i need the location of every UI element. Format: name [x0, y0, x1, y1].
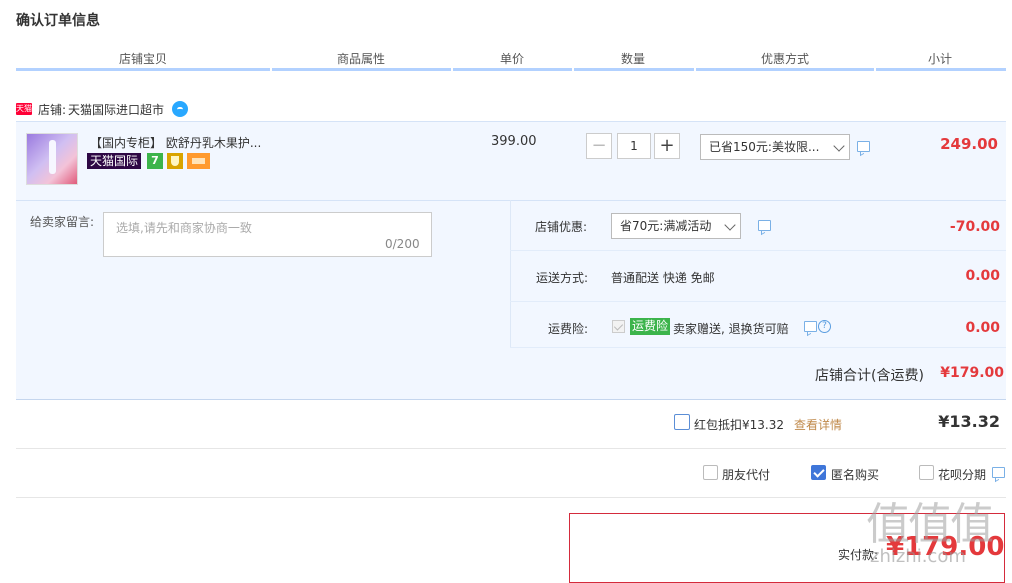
shop-discount-label: 店铺优惠:: [535, 220, 588, 234]
watermark-logo: 值值值: [866, 499, 994, 550]
quantity-increase-button[interactable]: +: [654, 133, 680, 159]
shop-discount-amount: -70.00: [949, 219, 1000, 235]
shop-label: 店铺:: [38, 102, 67, 117]
red-packet-details-link[interactable]: 查看详情: [794, 416, 842, 433]
header-divider: [874, 68, 876, 71]
seller-message-count: 0/200: [385, 237, 420, 251]
shop-discount-select[interactable]: 省70元:满减活动: [611, 213, 741, 239]
red-packet-label: 红包抵扣¥13.32: [694, 418, 784, 432]
seller-message-label: 给卖家留言:: [30, 215, 95, 229]
watermark-text: zhizhi.com: [870, 546, 966, 567]
shop-discount-value: 省70元:满减活动: [620, 219, 712, 233]
shop-total-value: ¥179.00: [940, 365, 1004, 381]
col-header-discount: 优惠方式: [761, 52, 810, 66]
page-title: 确认订单信息: [16, 13, 100, 29]
seven-day-return-icon: 7: [147, 153, 163, 169]
friend-pay-checkbox[interactable]: [703, 465, 718, 480]
help-icon[interactable]: ?: [818, 320, 831, 333]
huabei-installment-label: 花呗分期: [938, 468, 987, 482]
friend-pay-label: 朋友代付: [722, 468, 771, 482]
anonymous-purchase-label: 匿名购买: [831, 468, 880, 482]
insurance-amount: 0.00: [965, 320, 1000, 336]
header-divider: [694, 68, 696, 71]
header-divider: [451, 68, 453, 71]
divider: [510, 347, 1006, 348]
shipping-amount: 0.00: [965, 268, 1000, 284]
shop-name-link[interactable]: 天猫国际进口超市: [68, 101, 164, 118]
tmall-global-tag: 天猫国际: [87, 153, 142, 169]
seller-message-placeholder: 选填,请先和商家协商一致: [116, 221, 252, 235]
shipping-method: 普通配送 快递 免邮: [611, 271, 715, 285]
anonymous-purchase-checkbox[interactable]: [811, 465, 826, 480]
header-underline: [16, 68, 1006, 71]
divider: [510, 301, 1006, 302]
insurance-checkbox[interactable]: [612, 320, 625, 333]
col-header-quantity: 数量: [621, 52, 646, 66]
col-header-shop-item: 店铺宝贝: [119, 52, 168, 66]
col-header-unit-price: 单价: [500, 52, 525, 66]
credit-card-icon: [187, 153, 210, 169]
insurance-label: 运费险:: [548, 322, 589, 336]
shop-row: 天猫 店铺: 天猫国际进口超市: [16, 100, 189, 118]
product-title-link[interactable]: 【国内专柜】 欧舒丹乳木果护...: [90, 134, 261, 151]
insurance-badge: 运费险: [630, 318, 671, 335]
huabei-installment-checkbox[interactable]: [919, 465, 934, 480]
item-subtotal: 249.00: [940, 135, 998, 153]
divider: [510, 250, 1006, 251]
divider: [16, 497, 1006, 498]
red-packet-value: ¥13.32: [938, 412, 1000, 431]
unit-price: 399.00: [491, 134, 537, 149]
shop-total-label: 店铺合计(含运费): [815, 368, 924, 384]
red-packet-checkbox[interactable]: [674, 414, 690, 430]
comment-bubble-icon[interactable]: [758, 220, 771, 231]
header-divider: [572, 68, 574, 71]
guarantee-shield-icon: [167, 153, 183, 169]
tmall-logo-icon: 天猫: [16, 103, 32, 115]
quantity-input[interactable]: 1: [617, 133, 651, 159]
header-divider: [270, 68, 272, 71]
item-discount-value: 已省150元:美妆限...: [709, 140, 820, 154]
product-thumbnail[interactable]: [26, 133, 78, 185]
chevron-down-icon: [724, 219, 736, 231]
comment-bubble-icon[interactable]: [992, 467, 1005, 478]
order-item: [16, 121, 1006, 200]
wangwang-chat-icon[interactable]: [172, 101, 189, 117]
item-discount-select[interactable]: 已省150元:美妆限...: [700, 134, 850, 160]
quantity-decrease-button[interactable]: −: [586, 133, 612, 159]
col-header-subtotal: 小计: [928, 52, 953, 66]
insurance-text: 卖家赠送, 退换货可赔: [673, 322, 789, 336]
chevron-down-icon: [833, 140, 845, 152]
comment-bubble-icon[interactable]: [857, 141, 870, 152]
shipping-label: 运送方式:: [536, 271, 589, 285]
col-header-attributes: 商品属性: [337, 52, 386, 66]
comment-bubble-icon[interactable]: [804, 321, 817, 332]
divider: [16, 448, 1006, 449]
